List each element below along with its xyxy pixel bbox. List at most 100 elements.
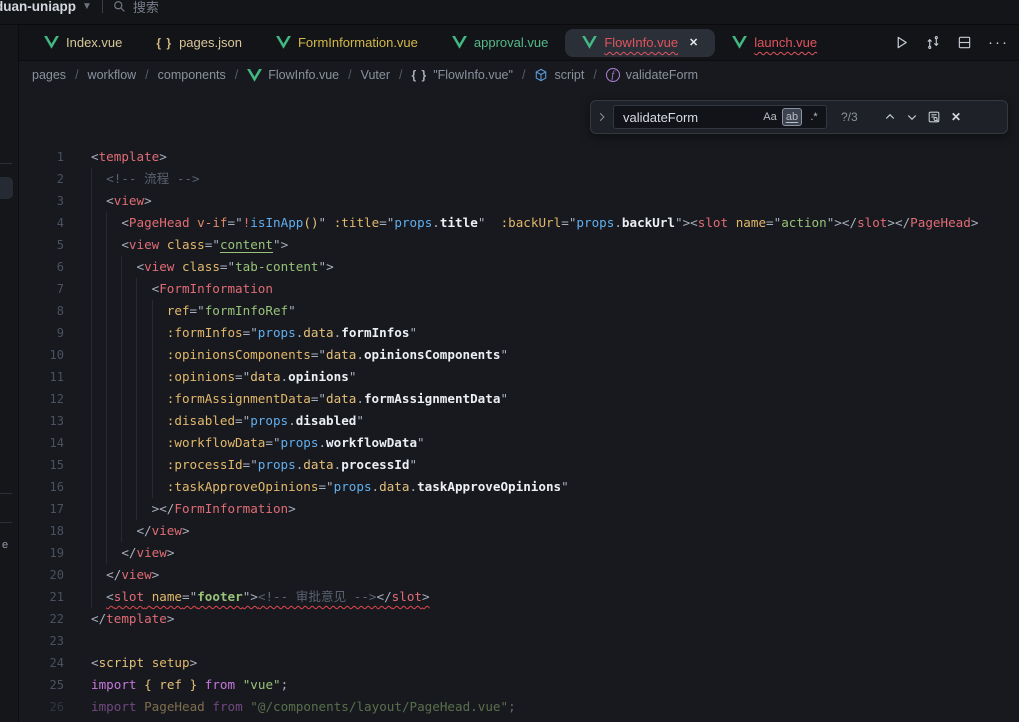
code-line[interactable]: 21<slot name="footer"><!-- 审批意见 --></slo… <box>19 586 1019 608</box>
tab-forminformation-vue[interactable]: FormInformation.vue <box>259 29 435 57</box>
indent-guide <box>106 366 121 388</box>
line-number[interactable]: 20 <box>19 564 64 586</box>
code-line[interactable]: 12 :formAssignmentData="data.formAssignme… <box>19 388 1019 410</box>
project-switcher[interactable]: duan-uniapp ▼ <box>0 0 92 14</box>
line-number[interactable]: 23 <box>19 630 64 652</box>
indent-guide <box>106 432 121 454</box>
line-number[interactable]: 12 <box>19 388 64 410</box>
find-input[interactable] <box>614 110 760 125</box>
line-number[interactable]: 5 <box>19 234 64 256</box>
line-number[interactable]: 22 <box>19 608 64 630</box>
code-line[interactable]: 16:taskApproveOpinions="props.data.taskA… <box>19 476 1019 498</box>
open-changes-icon[interactable] <box>925 35 941 50</box>
whole-word-button[interactable]: ab <box>782 108 802 126</box>
code-line[interactable]: 10:opinionsComponents="data.opinionsComp… <box>19 344 1019 366</box>
tab-approval-vue[interactable]: approval.vue <box>435 29 565 57</box>
line-number[interactable]: 7 <box>19 278 64 300</box>
indent-guide <box>106 454 121 476</box>
line-number[interactable]: 2 <box>19 168 64 190</box>
code-line[interactable]: 9:formInfos="props.data.formInfos" <box>19 322 1019 344</box>
code-line[interactable]: 23 <box>19 630 1019 652</box>
code-line-content: <FormInformation <box>91 278 273 300</box>
code-line[interactable]: 18</view> <box>19 520 1019 542</box>
code-line[interactable]: 13:disabled="props.disabled" <box>19 410 1019 432</box>
breadcrumb-item-workflow[interactable]: workflow <box>88 68 137 82</box>
sidebar-sliver: e <box>0 25 19 722</box>
line-number[interactable]: 17 <box>19 498 64 520</box>
line-number[interactable]: 11 <box>19 366 64 388</box>
toggle-replace-icon[interactable] <box>591 112 613 122</box>
line-number[interactable]: 6 <box>19 256 64 278</box>
line-number[interactable]: 26 <box>19 696 64 718</box>
indent-guide <box>91 564 106 586</box>
code-line[interactable]: 20</view> <box>19 564 1019 586</box>
breadcrumb-item-script[interactable]: script <box>534 68 584 82</box>
indent-guide <box>152 366 167 388</box>
split-editor-icon[interactable] <box>957 35 972 50</box>
find-in-selection-icon[interactable] <box>923 106 945 128</box>
line-number[interactable]: 1 <box>19 146 64 168</box>
breadcrumb-item-components[interactable]: components <box>158 68 226 82</box>
line-number[interactable]: 21 <box>19 586 64 608</box>
indent-guide <box>152 300 167 322</box>
indent-guide <box>152 322 167 344</box>
code-line[interactable]: 25 import { ref } from "vue"; <box>19 674 1019 696</box>
line-number[interactable]: 15 <box>19 454 64 476</box>
line-number[interactable]: 8 <box>19 300 64 322</box>
code-line[interactable]: 24<script setup> <box>19 652 1019 674</box>
close-find-icon[interactable]: ✕ <box>945 106 967 128</box>
code-line[interactable]: 5<view class="content"> <box>19 234 1019 256</box>
code-line[interactable]: 1<template> <box>19 146 1019 168</box>
code-line[interactable]: 4<PageHead v-if="!isInApp()" :title="pro… <box>19 212 1019 234</box>
indent-guide <box>106 256 121 278</box>
breadcrumb-item-validateform[interactable]: fvalidateForm <box>606 68 698 82</box>
match-case-button[interactable]: Aa <box>760 108 780 126</box>
code-line[interactable]: 7 <FormInformation <box>19 278 1019 300</box>
previous-match-button[interactable] <box>879 106 901 128</box>
regex-button[interactable]: .* <box>804 108 824 126</box>
line-number[interactable]: 4 <box>19 212 64 234</box>
code-line[interactable]: 17></FormInformation> <box>19 498 1019 520</box>
code-line[interactable]: 8ref="formInfoRef" <box>19 300 1019 322</box>
line-number[interactable]: 18 <box>19 520 64 542</box>
line-number[interactable]: 25 <box>19 674 64 696</box>
code-line-content: :formAssignmentData="data.formAssignment… <box>91 388 508 410</box>
line-number[interactable]: 14 <box>19 432 64 454</box>
next-match-button[interactable] <box>901 106 923 128</box>
code-editor[interactable]: Aa ab .* ?/3 ✕ <box>19 89 1019 722</box>
code-line[interactable]: 22</template> <box>19 608 1019 630</box>
breadcrumb-label: pages <box>32 68 66 82</box>
indent-guide <box>91 454 106 476</box>
more-actions-icon[interactable]: ··· <box>988 34 1009 51</box>
close-tab-icon[interactable]: ✕ <box>689 36 698 49</box>
breadcrumb-item-pages[interactable]: pages <box>32 68 66 82</box>
line-number[interactable]: 13 <box>19 410 64 432</box>
line-number[interactable]: 16 <box>19 476 64 498</box>
breadcrumb-item-vuter[interactable]: Vuter <box>361 68 390 82</box>
line-number[interactable]: 3 <box>19 190 64 212</box>
run-icon[interactable] <box>894 35 909 50</box>
breadcrumb-item--flowinfo-vue-[interactable]: { }"FlowInfo.vue" <box>412 68 513 82</box>
indent-guide <box>91 542 106 564</box>
code-line[interactable]: 3<view> <box>19 190 1019 212</box>
tab-flowinfo-vue[interactable]: FlowInfo.vue✕ <box>565 29 715 57</box>
code-line[interactable]: 15:processId="props.data.processId" <box>19 454 1019 476</box>
line-number[interactable]: 10 <box>19 344 64 366</box>
line-number[interactable]: 24 <box>19 652 64 674</box>
code-line[interactable]: 19</view> <box>19 542 1019 564</box>
code-line[interactable]: 2<!-- 流程 --> <box>19 168 1019 190</box>
global-search[interactable]: 搜索 <box>113 0 159 16</box>
code-line[interactable]: 11:opinions="data.opinions" <box>19 366 1019 388</box>
tab-index-vue[interactable]: Index.vue <box>27 29 139 57</box>
line-number[interactable]: 9 <box>19 322 64 344</box>
code-line[interactable]: 14:workflowData="props.workflowData" <box>19 432 1019 454</box>
code-line[interactable]: 6<view class="tab-content"> <box>19 256 1019 278</box>
tab-pages-json[interactable]: { }pages.json <box>139 29 259 57</box>
line-number[interactable]: 19 <box>19 542 64 564</box>
indent-guide <box>106 542 121 564</box>
code-line[interactable]: 26import PageHead from "@/components/lay… <box>19 696 1019 718</box>
vue-icon <box>44 36 59 49</box>
code-line-content: import { ref } from "vue"; <box>91 674 288 696</box>
breadcrumb-item-flowinfo-vue[interactable]: FlowInfo.vue <box>247 68 339 82</box>
tab-launch-vue[interactable]: launch.vue <box>715 29 834 57</box>
